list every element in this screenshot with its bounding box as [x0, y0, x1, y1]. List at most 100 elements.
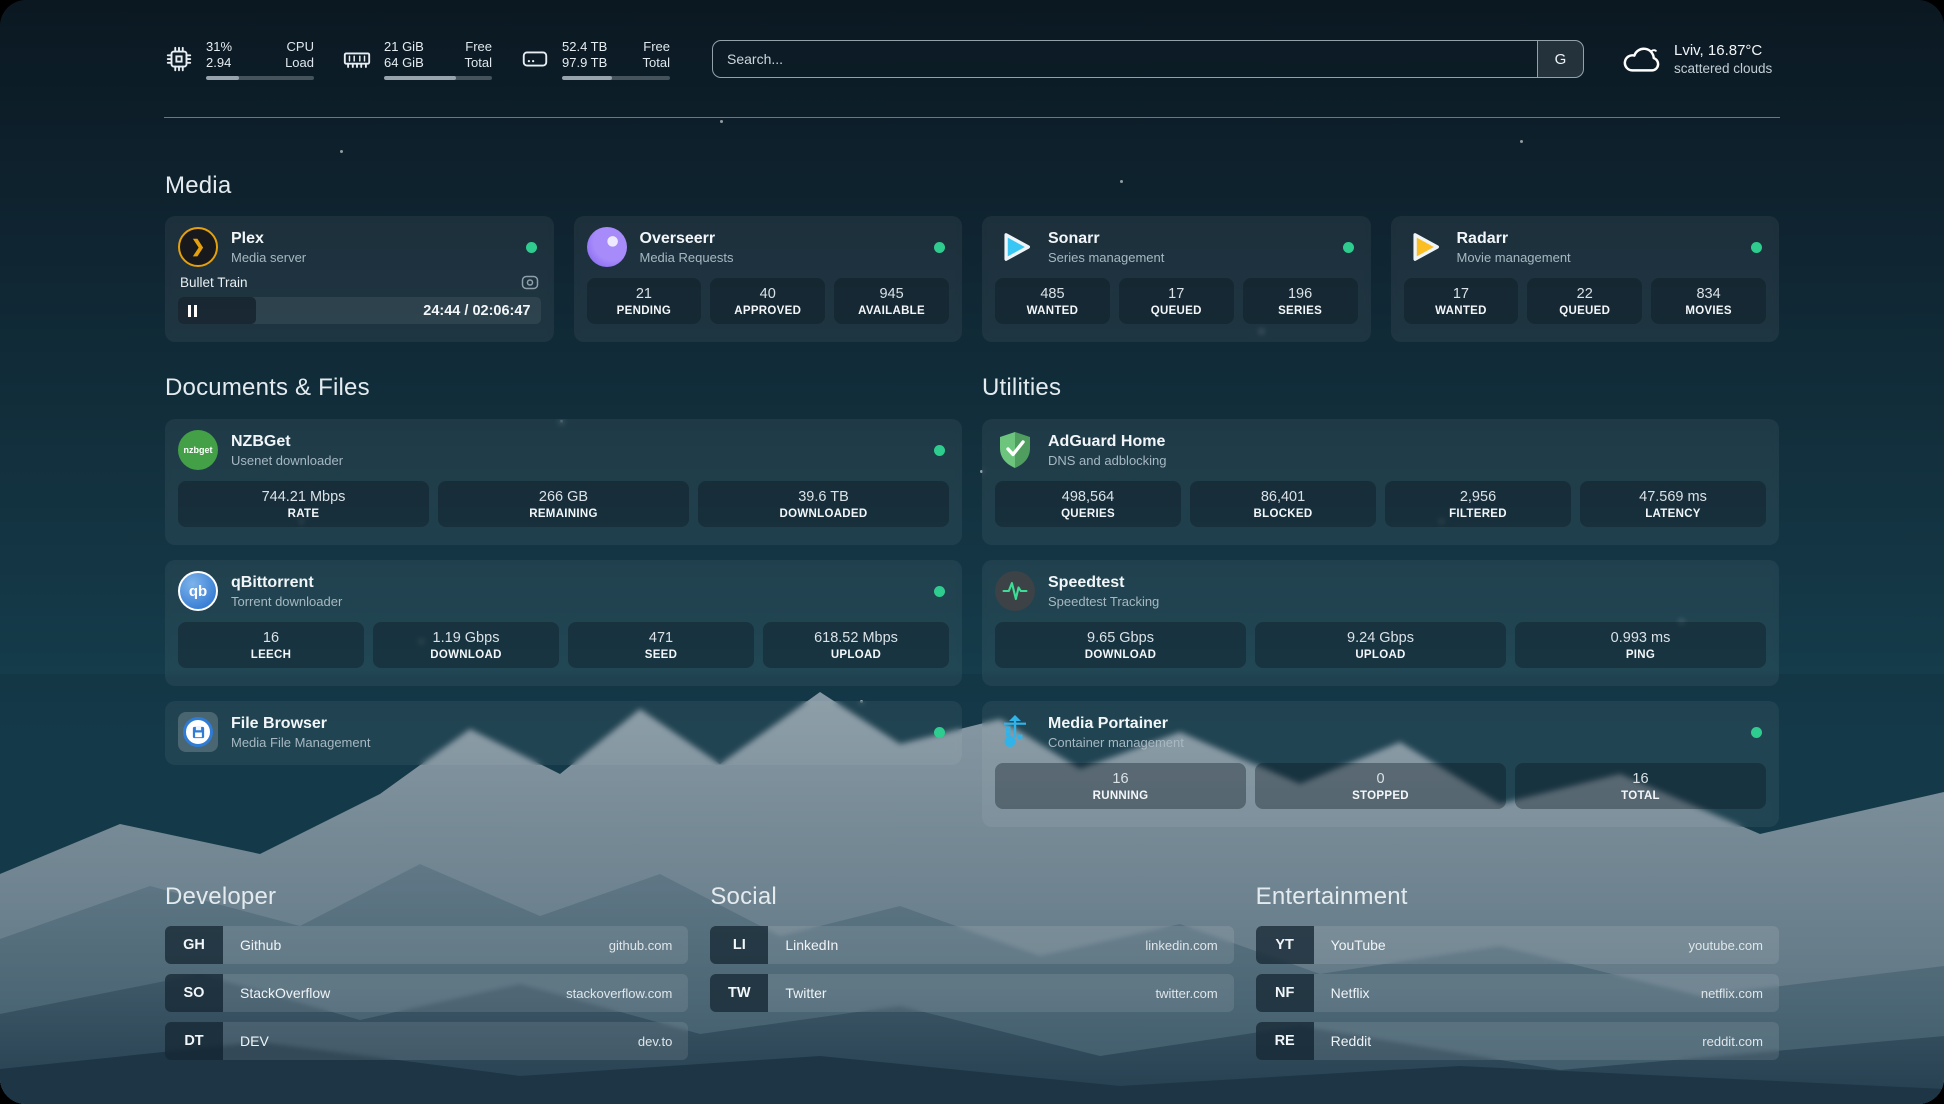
pause-icon: [188, 305, 197, 317]
bookmark-url: stackoverflow.com: [566, 986, 688, 1001]
service-card-sonarr[interactable]: Sonarr Series management 485 WANTED 17 Q…: [982, 216, 1371, 342]
status-dot: [1751, 727, 1762, 738]
overseerr-icon: [587, 227, 627, 267]
service-card-adguard[interactable]: AdGuard Home DNS and adblocking 498,564 …: [982, 419, 1779, 545]
service-card-filebrowser[interactable]: File Browser Media File Management: [165, 701, 962, 765]
stat-tile: 834 MOVIES: [1651, 278, 1766, 324]
stat-tile: 618.52 Mbps UPLOAD: [763, 622, 949, 668]
stat-tile: 22 QUEUED: [1527, 278, 1642, 324]
disk-total-label: Total: [636, 55, 670, 71]
cpu-usage-label: CPU: [280, 39, 314, 55]
bookmark-name: Twitter: [768, 985, 826, 1001]
stat-tile: 21 PENDING: [587, 278, 702, 324]
service-card-plex[interactable]: ❯ Plex Media server Bullet Train: [165, 216, 554, 342]
disk-free-value: 52.4 TB: [562, 39, 614, 55]
bookmark-abbr: NF: [1256, 974, 1314, 1012]
bookmark-url: netflix.com: [1701, 986, 1779, 1001]
media-card-row: ❯ Plex Media server Bullet Train: [165, 216, 1779, 342]
cpu-progress-track: [206, 76, 314, 80]
stat-tile: 945 AVAILABLE: [834, 278, 949, 324]
sonarr-icon: [995, 227, 1035, 267]
section-title-social: Social: [710, 883, 1233, 911]
memory-progress-fill: [384, 76, 456, 80]
service-name: Speedtest: [1048, 574, 1159, 592]
disk-progress-track: [562, 76, 670, 80]
service-name: Plex: [231, 230, 306, 248]
bookmark-reddit[interactable]: RE Reddit reddit.com: [1256, 1022, 1779, 1060]
weather-location-temp: Lviv, 16.87°C: [1674, 42, 1772, 59]
portainer-icon: [997, 714, 1033, 750]
cpu-progress-fill: [206, 76, 239, 80]
cpu-usage-value: 31%: [206, 39, 258, 55]
bookmark-twitter[interactable]: TW Twitter twitter.com: [710, 974, 1233, 1012]
bookmark-name: DEV: [223, 1033, 269, 1049]
service-card-overseerr[interactable]: Overseerr Media Requests 21 PENDING 40 A…: [574, 216, 963, 342]
bookmark-dev[interactable]: DT DEV dev.to: [165, 1022, 688, 1060]
stat-tile: 40 APPROVED: [710, 278, 825, 324]
bookmark-url: linkedin.com: [1145, 938, 1233, 953]
disk-progress-fill: [562, 76, 612, 80]
filebrowser-icon: [178, 712, 218, 752]
status-dot: [934, 445, 945, 456]
disk-free-label: Free: [636, 39, 670, 55]
cpu-widget: 31% 2.94 CPU Load: [164, 39, 314, 80]
service-card-speedtest[interactable]: Speedtest Speedtest Tracking 9.65 Gbps D…: [982, 560, 1779, 686]
bookmarks-social: Social LI LinkedIn linkedin.com TW Twitt…: [710, 883, 1233, 1060]
bookmark-github[interactable]: GH Github github.com: [165, 926, 688, 964]
service-subtitle: DNS and adblocking: [1048, 453, 1167, 468]
radarr-icon: [1404, 227, 1444, 267]
service-card-portainer[interactable]: Media Portainer Container management 16 …: [982, 701, 1779, 827]
section-title-entertainment: Entertainment: [1256, 883, 1779, 911]
stat-tile: 16 TOTAL: [1515, 763, 1766, 809]
utilities-column: Utilities: [982, 374, 1779, 827]
bookmark-stackoverflow[interactable]: SO StackOverflow stackoverflow.com: [165, 974, 688, 1012]
disk-widget: 52.4 TB 97.9 TB Free Total: [520, 39, 670, 80]
now-playing-time: 24:44 / 02:06:47: [423, 303, 540, 319]
view-icon[interactable]: [521, 275, 539, 290]
service-subtitle: Series management: [1048, 250, 1164, 265]
nzbget-icon: nzbget: [178, 430, 218, 470]
bookmark-youtube[interactable]: YT YouTube youtube.com: [1256, 926, 1779, 964]
service-name: File Browser: [231, 715, 370, 733]
qbittorrent-icon: qb: [178, 571, 218, 611]
service-card-qbittorrent[interactable]: qb qBittorrent Torrent downloader 16 LEE…: [165, 560, 962, 686]
stat-tile: 9.24 Gbps UPLOAD: [1255, 622, 1506, 668]
status-dot: [934, 242, 945, 253]
search-input[interactable]: [713, 41, 1527, 77]
service-subtitle: Media File Management: [231, 735, 370, 750]
stat-tile: 1.19 Gbps DOWNLOAD: [373, 622, 559, 668]
bookmark-url: github.com: [609, 938, 689, 953]
bookmark-name: Reddit: [1314, 1033, 1371, 1049]
weather-widget: Lviv, 16.87°C scattered clouds: [1620, 42, 1780, 76]
status-dot: [934, 727, 945, 738]
service-card-radarr[interactable]: Radarr Movie management 17 WANTED 22 QUE…: [1391, 216, 1780, 342]
bookmark-url: youtube.com: [1689, 938, 1779, 953]
stat-tile: 39.6 TB DOWNLOADED: [698, 481, 949, 527]
now-playing-progress: 24:44 / 02:06:47: [178, 297, 541, 324]
weather-condition: scattered clouds: [1674, 61, 1772, 76]
memory-widget: 21 GiB 64 GiB Free Total: [342, 39, 492, 80]
disk-icon: [520, 44, 550, 74]
service-subtitle: Speedtest Tracking: [1048, 594, 1159, 609]
bookmark-url: twitter.com: [1156, 986, 1234, 1001]
speedtest-icon: [995, 571, 1035, 611]
service-name: Radarr: [1457, 230, 1571, 248]
service-subtitle: Media server: [231, 250, 306, 265]
stat-tile: 9.65 Gbps DOWNLOAD: [995, 622, 1246, 668]
bookmark-name: StackOverflow: [223, 985, 330, 1001]
memory-progress-track: [384, 76, 492, 80]
bookmark-url: reddit.com: [1702, 1034, 1779, 1049]
service-name: qBittorrent: [231, 574, 342, 592]
bookmarks-entertainment: Entertainment YT YouTube youtube.com NF …: [1256, 883, 1779, 1060]
bookmark-abbr: TW: [710, 974, 768, 1012]
stat-tile: 498,564 QUERIES: [995, 481, 1181, 527]
bookmark-abbr: LI: [710, 926, 768, 964]
cpu-icon: [164, 44, 194, 74]
bookmark-linkedin[interactable]: LI LinkedIn linkedin.com: [710, 926, 1233, 964]
bookmark-abbr: SO: [165, 974, 223, 1012]
bookmark-name: Netflix: [1314, 985, 1370, 1001]
service-card-nzbget[interactable]: nzbget NZBGet Usenet downloader 744.21 M…: [165, 419, 962, 545]
bookmark-netflix[interactable]: NF Netflix netflix.com: [1256, 974, 1779, 1012]
service-subtitle: Usenet downloader: [231, 453, 343, 468]
search-provider-button[interactable]: G: [1537, 41, 1583, 77]
